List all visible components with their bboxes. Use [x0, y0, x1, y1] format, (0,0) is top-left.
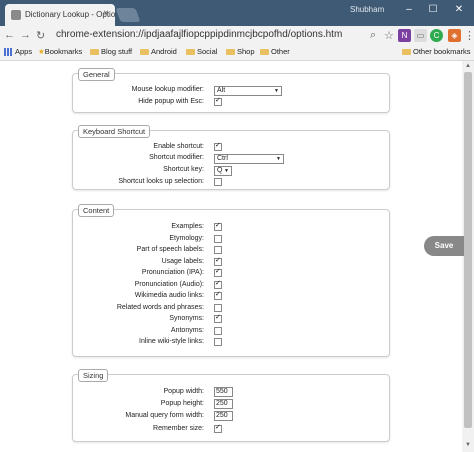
reload-icon[interactable]: ↻ [36, 29, 45, 42]
popup-width-input[interactable]: 550 [214, 387, 233, 397]
bookmark-social[interactable]: Social [186, 47, 217, 56]
bookmark-other[interactable]: Other [260, 47, 290, 56]
folder-icon [90, 49, 99, 56]
content-option-label: Pronunciation (IPA): [141, 269, 204, 276]
profile-name[interactable]: Shubham [350, 5, 384, 14]
favicon-icon [11, 10, 21, 20]
scrollbar-thumb[interactable] [464, 72, 472, 428]
star-folder-icon: ★ [38, 47, 45, 56]
dropdown-icon: ▼ [224, 168, 229, 174]
shortcut-key-select[interactable]: Q ▼ [214, 166, 232, 176]
zoom-icon[interactable]: ⌕ [370, 29, 376, 42]
content-option-label: Synonyms: [169, 315, 204, 322]
content-option-checkbox[interactable] [214, 326, 222, 335]
mouse-modifier-label: Mouse lookup modifier: [131, 86, 204, 93]
onenote-icon[interactable]: N [398, 29, 411, 42]
general-legend: General [78, 68, 115, 81]
bookmark-android[interactable]: Android [140, 47, 177, 56]
forward-icon[interactable]: → [20, 29, 31, 41]
url-input[interactable]: chrome-extension://ipdjaafajlfiopcppipdi… [56, 29, 342, 40]
popup-height-input[interactable]: 250 [214, 399, 233, 409]
shortcut-selection-label: Shortcut looks up selection: [118, 178, 204, 185]
content-option-label: Etymology: [169, 234, 204, 242]
scroll-down-icon[interactable]: ▼ [465, 442, 471, 448]
content-option-label: Usage labels: [161, 257, 204, 265]
query-width-label: Manual query form width: [125, 412, 204, 419]
shortcut-legend: Keyboard Shortcut [78, 125, 151, 138]
hide-popup-checkbox[interactable] [214, 96, 222, 106]
content-option-checkbox[interactable] [214, 279, 222, 289]
content-option-checkbox[interactable] [214, 221, 222, 231]
tab-dictionary-lookup[interactable]: Dictionary Lookup - Optio × [5, 4, 115, 26]
shortcut-key-label: Shortcut key: [163, 166, 204, 173]
shortcut-modifier-select[interactable]: Ctrl ▼ [214, 154, 284, 164]
query-width-input[interactable]: 250 [214, 411, 233, 421]
remember-size-label: Remember size: [153, 425, 204, 432]
scroll-up-icon[interactable]: ▲ [465, 63, 471, 69]
minimize-icon[interactable]: – [398, 2, 420, 18]
content-option-label: Antonyms: [170, 326, 204, 334]
popup-height-label: Popup height: [160, 400, 204, 407]
folder-icon [260, 49, 269, 56]
sizing-legend: Sizing [78, 369, 109, 382]
app-icon[interactable]: ▭ [414, 29, 427, 42]
content-option-label: Part of speech labels: [136, 246, 204, 253]
star-icon[interactable]: ☆ [384, 29, 394, 42]
content-option-checkbox[interactable] [214, 256, 222, 266]
content-legend: Content [78, 204, 115, 217]
extension-icon[interactable]: ◈ [448, 29, 461, 42]
content-option-checkbox[interactable] [214, 303, 222, 312]
bookmark-blog-stuff[interactable]: Blog stuff [90, 47, 132, 56]
content-option-checkbox[interactable] [214, 313, 222, 323]
enable-shortcut-label: Enable shortcut: [153, 143, 204, 150]
content-option-checkbox[interactable] [214, 267, 222, 277]
tab-title: Dictionary Lookup - Optio [25, 10, 116, 19]
content-option-label: Pronunciation (Audio): [134, 280, 204, 288]
shortcut-modifier-label: Shortcut modifier: [149, 154, 204, 161]
bookmark-bookmarks[interactable]: ★Bookmarks [38, 47, 82, 56]
hide-popup-label: Hide popup with Esc: [138, 98, 204, 105]
enable-shortcut-checkbox[interactable] [214, 141, 222, 151]
save-button[interactable]: Save [424, 236, 464, 256]
bookmark-apps[interactable]: Apps [4, 47, 32, 57]
mouse-modifier-select[interactable]: Alt ▼ [214, 86, 282, 96]
bookmark-shop[interactable]: Shop [226, 47, 255, 56]
folder-icon [186, 49, 195, 56]
maximize-icon[interactable]: ☐ [422, 2, 444, 18]
apps-icon [4, 48, 12, 57]
dropdown-icon: ▼ [276, 156, 281, 162]
remember-size-checkbox[interactable] [214, 423, 222, 433]
close-window-icon[interactable]: ✕ [448, 2, 470, 18]
content-option-label: Wikimedia audio links: [134, 292, 204, 299]
tab-close-icon[interactable]: × [103, 8, 109, 19]
content-option-checkbox[interactable] [214, 234, 222, 243]
folder-icon [226, 49, 235, 56]
folder-icon [140, 49, 149, 56]
popup-width-label: Popup width: [163, 388, 204, 395]
content-option-checkbox[interactable] [214, 290, 222, 300]
other-bookmarks[interactable]: Other bookmarks [402, 47, 471, 56]
content-option-label: Examples: [171, 223, 204, 230]
content-option-label: Related words and phrases: [116, 303, 204, 311]
shortcut-selection-checkbox[interactable] [214, 178, 222, 186]
folder-icon [402, 49, 411, 56]
green-icon[interactable]: C [430, 29, 443, 42]
content-option-checkbox[interactable] [214, 338, 222, 346]
content-option-label: Inline wiki-style links: [139, 338, 204, 345]
back-icon[interactable]: ← [4, 29, 15, 41]
dropdown-icon: ▼ [274, 88, 279, 94]
menu-icon[interactable]: ⋮ [464, 29, 474, 42]
content-option-checkbox[interactable] [214, 246, 222, 254]
